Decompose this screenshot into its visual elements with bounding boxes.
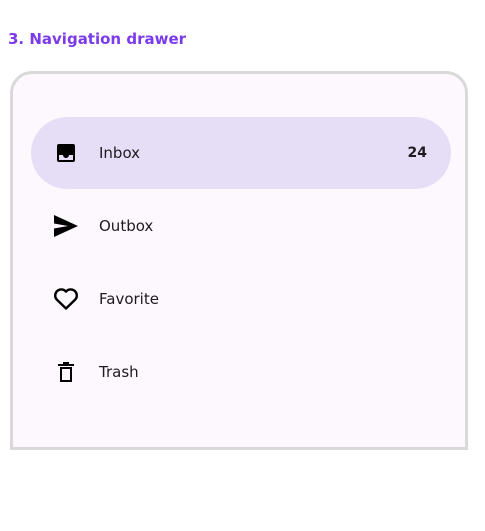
drawer-item-favorite[interactable]: Favorite <box>31 263 451 335</box>
drawer-item-label: Favorite <box>99 290 159 308</box>
navigation-drawer: Inbox 24 Outbox Favorite Trash <box>10 71 468 450</box>
drawer-item-outbox[interactable]: Outbox <box>31 190 451 262</box>
drawer-item-label: Outbox <box>99 217 154 235</box>
unread-count-badge: 24 <box>407 145 427 161</box>
drawer-item-inbox[interactable]: Inbox 24 <box>31 117 451 189</box>
drawer-item-trash[interactable]: Trash <box>31 336 451 408</box>
page: 3. Navigation drawer Inbox 24 Outbox Fav… <box>0 0 485 531</box>
inbox-icon <box>53 140 79 166</box>
drawer-item-label: Trash <box>99 363 139 381</box>
section-title: 3. Navigation drawer <box>8 30 187 48</box>
trash-icon <box>53 359 79 385</box>
send-icon <box>53 213 79 239</box>
heart-icon <box>53 286 79 312</box>
drawer-item-label: Inbox <box>99 144 141 162</box>
